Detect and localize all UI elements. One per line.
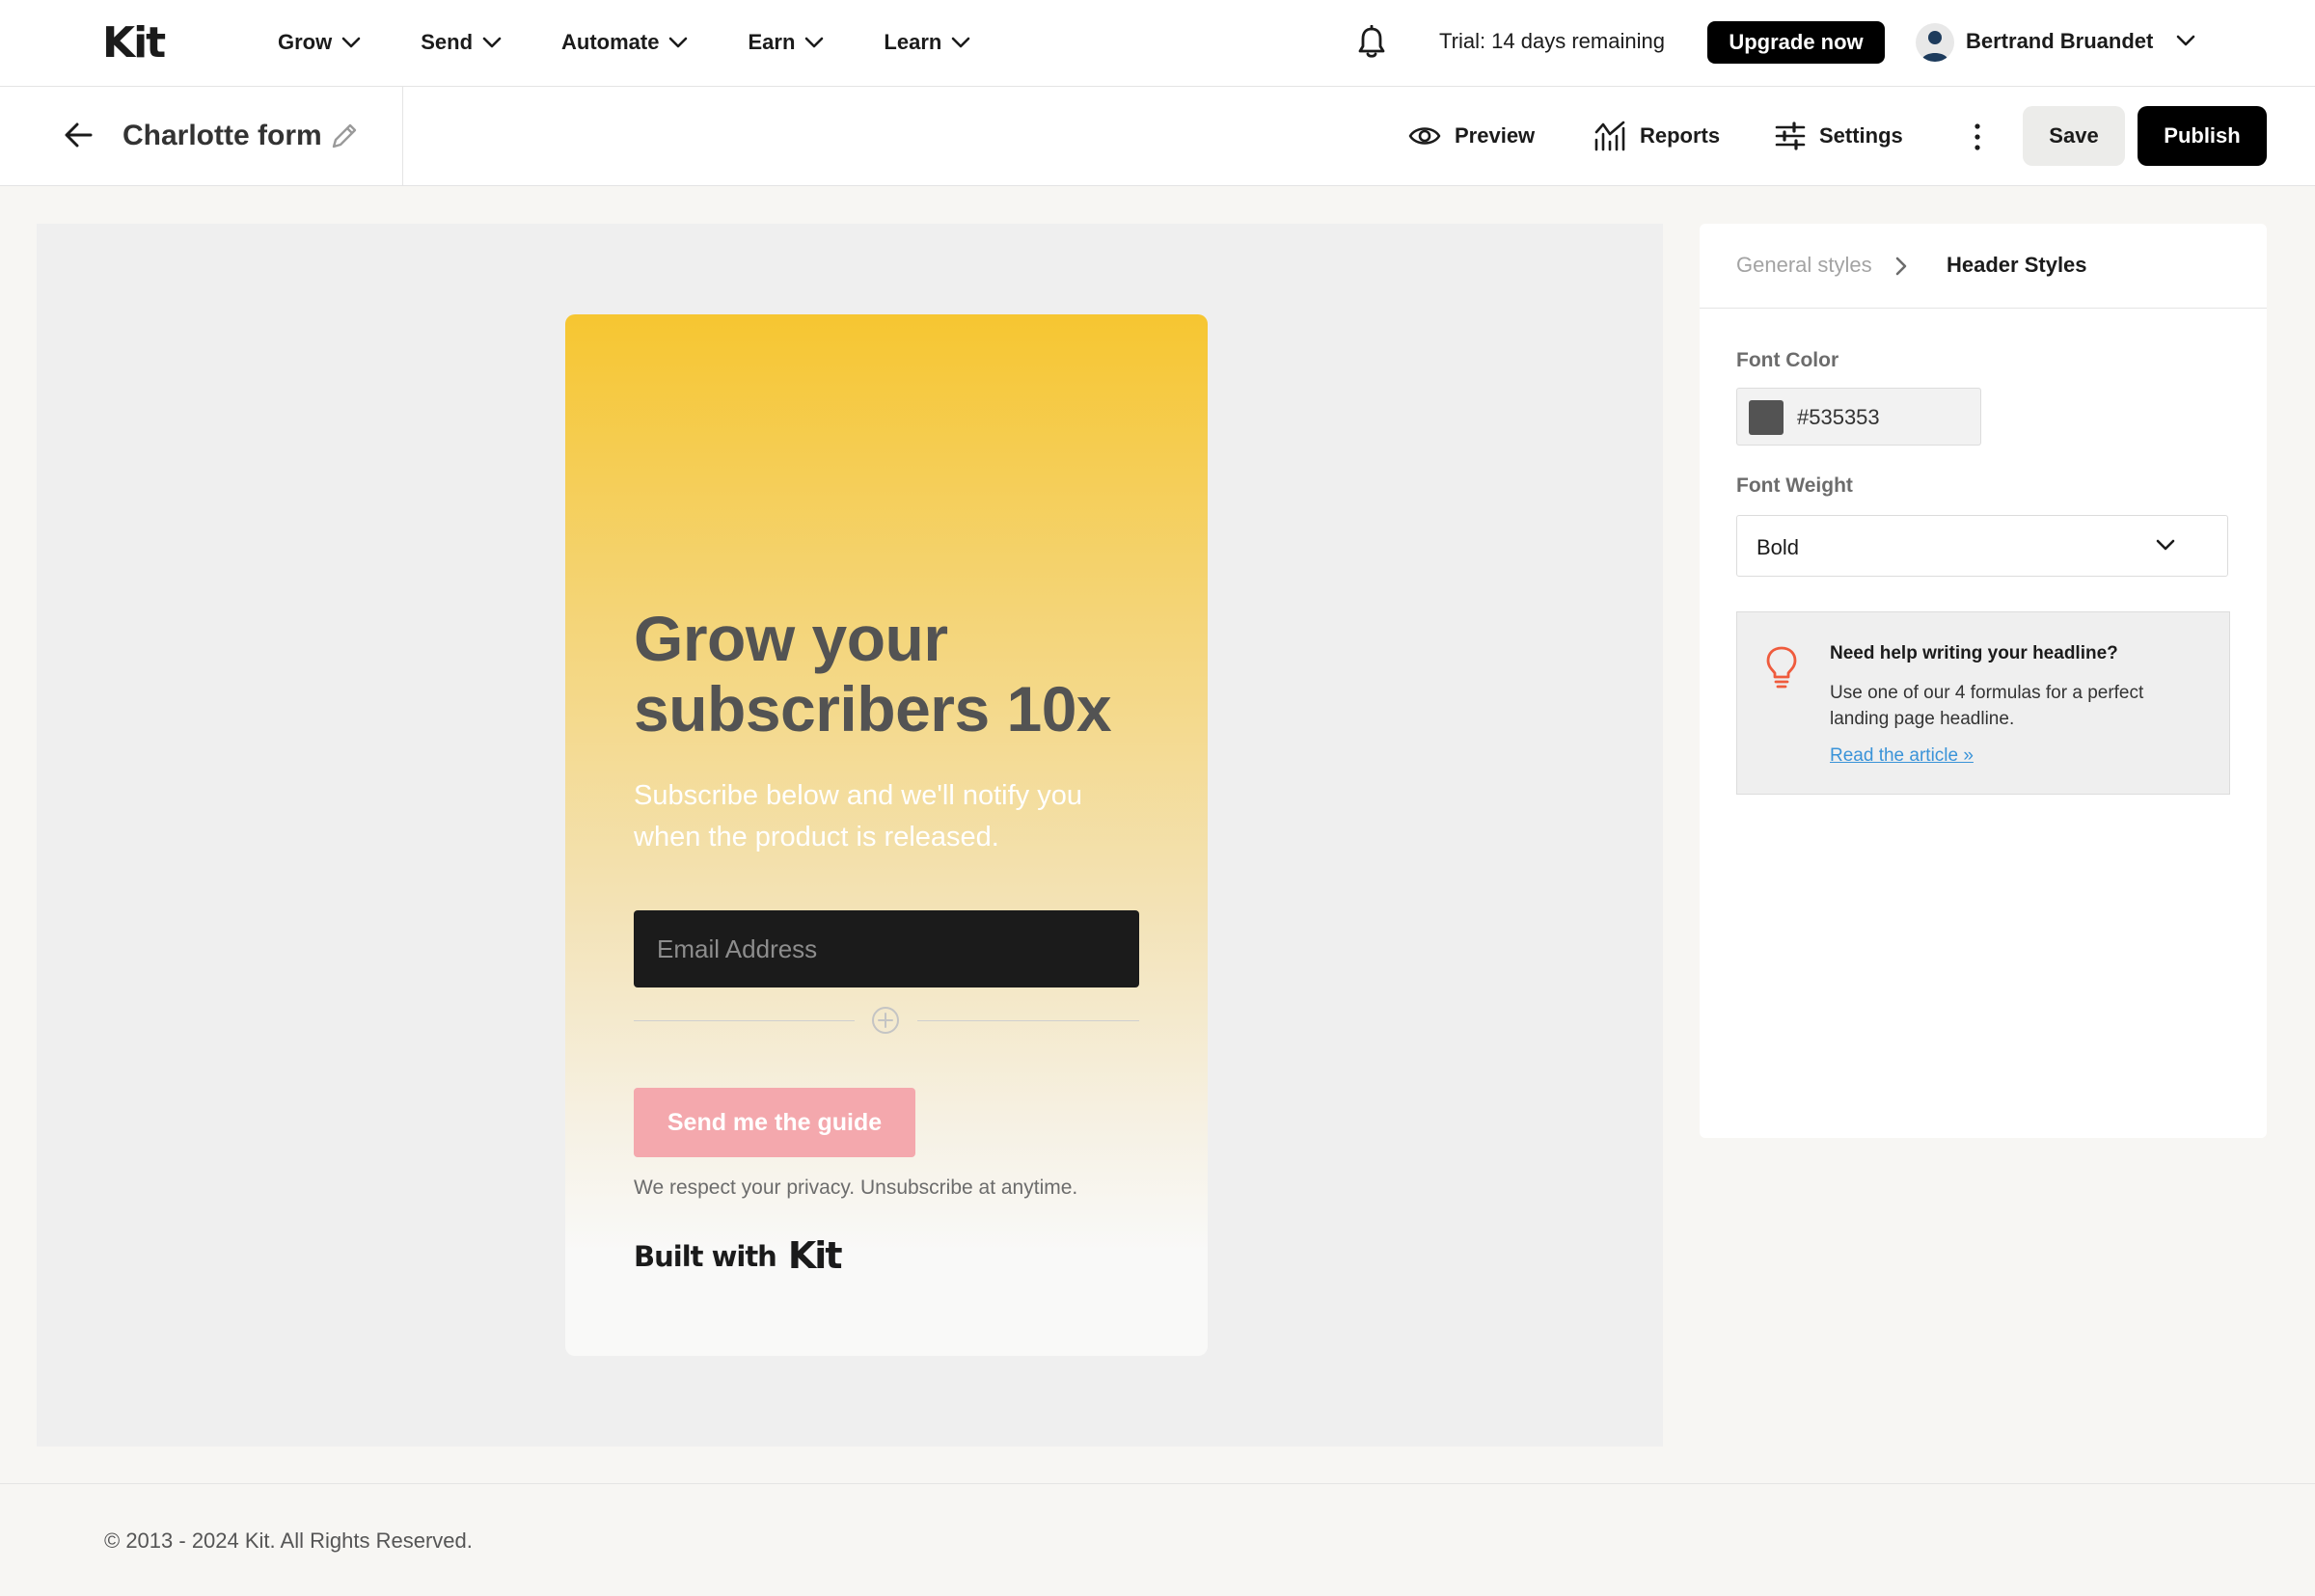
font-color-label: Font Color <box>1736 349 1839 371</box>
email-field[interactable] <box>634 910 1139 987</box>
publish-button[interactable]: Publish <box>2138 106 2267 166</box>
font-color-picker[interactable]: #535353 <box>1736 388 1981 446</box>
color-swatch[interactable] <box>1749 400 1784 435</box>
nav-item-earn[interactable]: Earn <box>748 30 824 55</box>
built-with-badge[interactable]: Built with Kit <box>634 1234 843 1277</box>
nav-item-learn[interactable]: Learn <box>884 30 970 55</box>
user-icon <box>1921 31 1948 62</box>
chevron-right-icon <box>1895 257 1907 276</box>
nav-item-send[interactable]: Send <box>421 30 502 55</box>
font-weight-select[interactable]: Bold <box>1736 515 2228 577</box>
nav-item-label: Grow <box>278 30 333 54</box>
lightbulb-icon <box>1766 646 1797 689</box>
editor-toolbar: Charlotte form Preview Reports Settings … <box>0 87 2315 186</box>
submit-button[interactable]: Send me the guide <box>634 1088 915 1157</box>
panel-breadcrumb: General styles Header Styles <box>1700 224 2267 309</box>
trial-status: Trial: 14 days remaining <box>1439 29 1665 53</box>
form-preview-card[interactable]: Grow your subscribers 10x Subscribe belo… <box>565 314 1208 1356</box>
nav-item-label: Earn <box>748 30 796 54</box>
form-headline[interactable]: Grow your subscribers 10x <box>634 604 1174 744</box>
breadcrumb-general-styles[interactable]: General styles <box>1736 253 1872 278</box>
kit-logo: Kit <box>787 1234 843 1277</box>
sliders-icon <box>1775 122 1806 150</box>
preview-button[interactable]: Preview <box>1408 114 1535 158</box>
footer-divider <box>0 1483 2315 1484</box>
chevron-down-icon <box>952 37 970 48</box>
eye-icon <box>1408 127 1441 145</box>
copyright-text: © 2013 - 2024 Kit. All Rights Reserved. <box>104 1528 473 1553</box>
nav-item-label: Learn <box>884 30 942 54</box>
headline-tip-box: Need help writing your headline? Use one… <box>1736 611 2230 795</box>
font-weight-value: Bold <box>1757 535 1800 559</box>
divider-line <box>917 1020 1139 1021</box>
save-button[interactable]: Save <box>2023 106 2125 166</box>
chevron-down-icon[interactable] <box>2176 35 2195 46</box>
chevron-down-icon <box>482 37 502 48</box>
settings-button[interactable]: Settings <box>1775 114 1903 158</box>
nav-item-automate[interactable]: Automate <box>561 30 688 55</box>
user-name[interactable]: Bertrand Bruandet <box>1966 29 2153 54</box>
chevron-down-icon <box>805 37 824 48</box>
breadcrumb-header-styles: Header Styles <box>1947 253 2087 277</box>
add-field-icon[interactable] <box>871 1006 900 1035</box>
built-with-text: Built with <box>634 1240 777 1273</box>
more-options-icon[interactable] <box>1968 122 1987 152</box>
reports-button[interactable]: Reports <box>1593 114 1720 158</box>
tip-title: Need help writing your headline? <box>1830 643 2118 663</box>
chart-icon <box>1594 121 1625 151</box>
preview-label: Preview <box>1455 123 1536 148</box>
chevron-down-icon <box>2156 539 2175 551</box>
toolbar-divider <box>402 87 403 186</box>
chevron-down-icon <box>341 37 361 48</box>
nav-item-label: Automate <box>561 30 660 54</box>
font-weight-label: Font Weight <box>1736 474 1853 497</box>
form-canvas: Grow your subscribers 10x Subscribe belo… <box>37 224 1663 1447</box>
divider-line <box>634 1020 855 1021</box>
back-arrow-icon[interactable] <box>64 122 95 149</box>
upgrade-button[interactable]: Upgrade now <box>1707 21 1885 64</box>
form-subtext[interactable]: Subscribe below and we'll notify you whe… <box>634 775 1155 858</box>
font-color-value[interactable]: #535353 <box>1797 405 1880 430</box>
settings-label: Settings <box>1819 123 1903 148</box>
kit-logo[interactable]: Kit <box>102 22 166 65</box>
reports-label: Reports <box>1640 123 1721 148</box>
pencil-icon[interactable] <box>330 122 359 150</box>
main-menu: Grow Send Automate Earn Learn <box>278 0 970 85</box>
nav-item-label: Send <box>421 30 474 54</box>
chevron-down-icon <box>669 37 688 48</box>
read-article-link[interactable]: Read the article » <box>1830 745 1974 767</box>
avatar[interactable] <box>1916 23 1954 62</box>
nav-item-grow[interactable]: Grow <box>278 30 361 55</box>
privacy-text[interactable]: We respect your privacy. Unsubscribe at … <box>634 1177 1077 1200</box>
style-panel: General styles Header Styles Font Color … <box>1700 224 2267 1138</box>
top-navigation: Kit Grow Send Automate Earn Learn Trial:… <box>0 0 2315 87</box>
tip-body: Use one of our 4 formulas for a perfect … <box>1830 683 2144 729</box>
form-title[interactable]: Charlotte form <box>123 120 322 152</box>
bell-icon[interactable] <box>1356 25 1387 60</box>
